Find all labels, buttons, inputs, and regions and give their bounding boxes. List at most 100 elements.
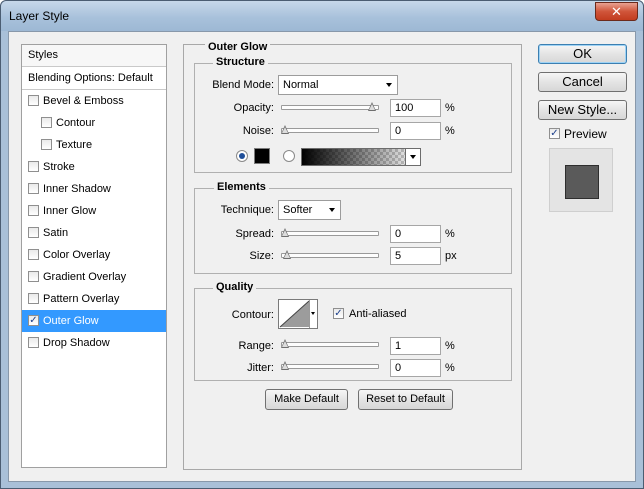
- structure-title: Structure: [213, 56, 268, 68]
- style-item-label: Satin: [43, 227, 69, 239]
- new-style-button[interactable]: New Style...: [538, 100, 627, 120]
- style-checkbox[interactable]: [28, 293, 39, 304]
- range-slider[interactable]: [281, 339, 379, 349]
- check-icon: ✓: [334, 308, 343, 319]
- size-slider[interactable]: [281, 250, 379, 260]
- noise-unit: %: [445, 125, 455, 137]
- style-item-color-overlay[interactable]: Color Overlay: [22, 244, 166, 266]
- style-checkbox[interactable]: ✓: [28, 315, 39, 326]
- quality-group: Quality Contour: ✓ Anti-aliased Range: 1…: [194, 281, 512, 381]
- style-checkbox[interactable]: [28, 183, 39, 194]
- gradient-radio[interactable]: [283, 150, 295, 162]
- opacity-slider-handle[interactable]: [368, 102, 377, 112]
- style-item-gradient-overlay[interactable]: Gradient Overlay: [22, 266, 166, 288]
- jitter-input[interactable]: 0: [390, 359, 441, 377]
- preview-label: Preview: [564, 127, 607, 141]
- preview-checkbox[interactable]: ✓: [549, 128, 560, 139]
- blend-mode-value: Normal: [283, 79, 319, 91]
- dialog-body: Styles Blending Options: Default Bevel &…: [8, 31, 636, 482]
- style-item-bevel-emboss[interactable]: Bevel & Emboss: [22, 90, 166, 112]
- glow-color-swatch[interactable]: [254, 148, 270, 164]
- jitter-label: Jitter:: [247, 362, 274, 374]
- style-checkbox[interactable]: [28, 249, 39, 260]
- noise-input[interactable]: 0: [390, 122, 441, 140]
- opacity-input[interactable]: 100: [390, 99, 441, 117]
- spread-slider[interactable]: [281, 228, 379, 238]
- cancel-button[interactable]: Cancel: [538, 72, 627, 92]
- technique-label: Technique:: [220, 204, 274, 216]
- style-checkbox[interactable]: [28, 337, 39, 348]
- style-checkbox[interactable]: [28, 271, 39, 282]
- style-item-stroke[interactable]: Stroke: [22, 156, 166, 178]
- blend-mode-select[interactable]: Normal: [278, 75, 398, 95]
- range-unit: %: [445, 340, 455, 352]
- spread-slider-handle[interactable]: [281, 228, 290, 238]
- style-item-label: Bevel & Emboss: [43, 95, 124, 107]
- opacity-slider[interactable]: [281, 102, 379, 112]
- section-title: Outer Glow: [205, 41, 271, 53]
- style-checkbox[interactable]: [28, 227, 39, 238]
- blending-options[interactable]: Blending Options: Default: [22, 67, 166, 90]
- style-item-label: Drop Shadow: [43, 337, 110, 349]
- styles-header[interactable]: Styles: [22, 45, 166, 67]
- elements-title: Elements: [214, 181, 269, 193]
- style-item-satin[interactable]: Satin: [22, 222, 166, 244]
- size-label: Size:: [249, 250, 274, 262]
- noise-slider-handle[interactable]: [281, 125, 290, 135]
- blend-mode-label: Blend Mode:: [212, 79, 274, 91]
- technique-value: Softer: [283, 204, 313, 216]
- range-input[interactable]: 1: [390, 337, 441, 355]
- style-checkbox[interactable]: [28, 161, 39, 172]
- outer-glow-panel: Outer Glow Structure Blend Mode: Normal …: [183, 41, 522, 470]
- style-item-contour[interactable]: Contour: [22, 112, 166, 134]
- jitter-slider[interactable]: [281, 361, 379, 371]
- elements-group: Elements Technique: Softer Spread: 0 % S…: [194, 181, 512, 274]
- quality-title: Quality: [213, 281, 257, 293]
- window-title: Layer Style: [9, 9, 70, 23]
- style-item-inner-glow[interactable]: Inner Glow: [22, 200, 166, 222]
- chevron-down-icon: [329, 208, 335, 212]
- size-input[interactable]: 5: [390, 247, 441, 265]
- style-checkbox[interactable]: [28, 205, 39, 216]
- style-item-drop-shadow[interactable]: Drop Shadow: [22, 332, 166, 354]
- style-checkbox[interactable]: [41, 117, 52, 128]
- contour-dropdown-icon[interactable]: [309, 300, 317, 328]
- style-item-label: Gradient Overlay: [43, 271, 127, 283]
- style-item-pattern-overlay[interactable]: Pattern Overlay: [22, 288, 166, 310]
- reset-to-default-button[interactable]: Reset to Default: [358, 389, 453, 410]
- ok-button[interactable]: OK: [538, 44, 627, 64]
- noise-label: Noise:: [242, 125, 274, 137]
- preview-swatch: [565, 165, 599, 199]
- style-item-label: Texture: [56, 139, 93, 151]
- spread-label: Spread:: [235, 228, 274, 240]
- make-default-button[interactable]: Make Default: [265, 389, 348, 410]
- style-item-inner-shadow[interactable]: Inner Shadow: [22, 178, 166, 200]
- style-item-label: Inner Glow: [43, 205, 97, 217]
- layer-style-window: Layer Style ✕ Styles Blending Options: D…: [0, 0, 644, 489]
- glow-gradient-picker[interactable]: [301, 148, 421, 166]
- anti-aliased-checkbox[interactable]: ✓: [333, 308, 344, 319]
- style-item-outer-glow[interactable]: ✓ Outer Glow: [22, 310, 166, 332]
- range-label: Range:: [238, 340, 274, 352]
- gradient-dropdown-icon[interactable]: [405, 149, 420, 165]
- size-slider-handle[interactable]: [282, 250, 292, 260]
- style-item-label: Outer Glow: [43, 315, 99, 327]
- color-radio[interactable]: [236, 150, 248, 162]
- style-item-texture[interactable]: Texture: [22, 134, 166, 156]
- noise-slider[interactable]: [281, 125, 379, 135]
- title-bar[interactable]: Layer Style ✕: [1, 1, 643, 31]
- spread-input[interactable]: 0: [390, 225, 441, 243]
- anti-aliased-label: Anti-aliased: [349, 308, 407, 320]
- styles-list: Styles Blending Options: Default Bevel &…: [21, 44, 167, 468]
- style-checkbox[interactable]: [28, 95, 39, 106]
- close-button[interactable]: ✕: [595, 2, 638, 21]
- linear-contour-icon: [279, 300, 310, 328]
- style-item-label: Color Overlay: [43, 249, 111, 261]
- spread-unit: %: [445, 228, 455, 240]
- range-slider-handle[interactable]: [281, 339, 290, 349]
- jitter-slider-handle[interactable]: [281, 361, 290, 371]
- technique-select[interactable]: Softer: [278, 200, 341, 220]
- contour-picker[interactable]: [278, 299, 318, 329]
- contour-label: Contour:: [231, 309, 274, 321]
- style-checkbox[interactable]: [41, 139, 52, 150]
